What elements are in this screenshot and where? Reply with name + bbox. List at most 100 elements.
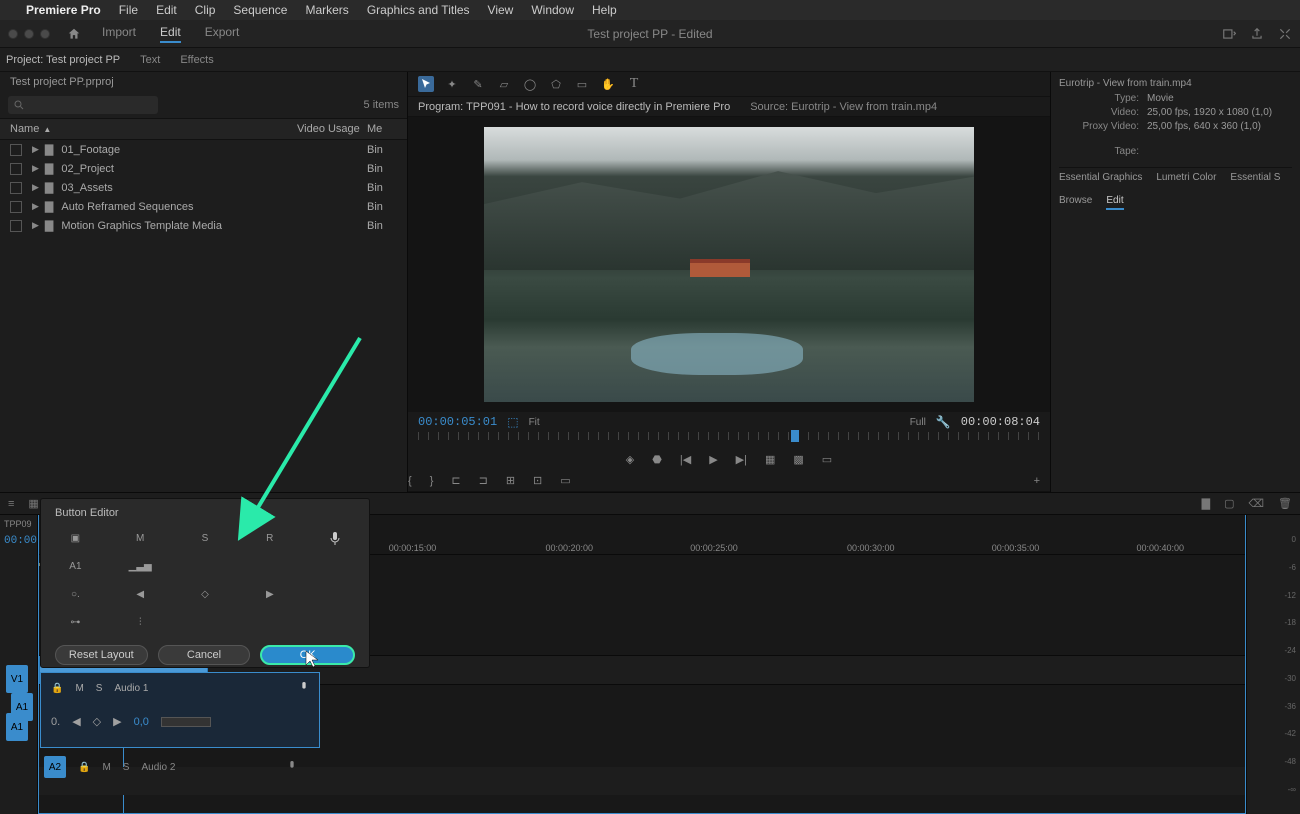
lock-icon[interactable]: 🔒: [78, 762, 90, 773]
in-icon[interactable]: {: [408, 475, 412, 487]
menu-sequence[interactable]: Sequence: [233, 3, 287, 17]
col-video-usage[interactable]: Video Usage: [297, 123, 367, 135]
window-controls[interactable]: [8, 29, 50, 39]
tab-essential-graphics[interactable]: Essential Graphics: [1059, 172, 1142, 183]
subtab-edit[interactable]: Edit: [1106, 195, 1123, 210]
tab-edit[interactable]: Edit: [160, 25, 181, 43]
bin-row[interactable]: ▶▇02_ProjectBin: [0, 159, 407, 178]
clear-icon[interactable]: ⌫: [1248, 497, 1264, 510]
col-name[interactable]: Name ▲: [10, 123, 297, 135]
col-me[interactable]: Me: [367, 123, 397, 135]
fit-zoom[interactable]: ⬚: [507, 415, 518, 429]
pan-label[interactable]: 0.: [51, 716, 60, 728]
ok-button[interactable]: OK: [260, 645, 355, 665]
monitor-scrubber[interactable]: [408, 432, 1050, 449]
menu-clip[interactable]: Clip: [195, 3, 216, 17]
mute-button[interactable]: M: [75, 683, 83, 694]
app-name[interactable]: Premiere Pro: [26, 3, 101, 17]
type-tool-icon[interactable]: T: [626, 76, 642, 92]
track-volume-icon[interactable]: ⫶: [120, 613, 161, 631]
extract-icon[interactable]: ▩: [793, 453, 803, 466]
record-button[interactable]: R: [249, 529, 290, 547]
bin-row[interactable]: ▶▇01_FootageBin: [0, 140, 407, 159]
menu-help[interactable]: Help: [592, 3, 617, 17]
out-icon[interactable]: }: [430, 475, 434, 487]
next-keyframe-icon[interactable]: ▶: [249, 585, 290, 603]
selection-tool-icon[interactable]: [418, 76, 434, 92]
tab-essential-sound[interactable]: Essential S: [1230, 172, 1280, 183]
prev-keyframe-icon[interactable]: ◀: [120, 585, 161, 603]
tab-text[interactable]: Text: [140, 54, 160, 66]
settings-icon[interactable]: 🔧: [936, 415, 951, 429]
tab-lumetri[interactable]: Lumetri Color: [1156, 172, 1216, 183]
reset-layout-button[interactable]: Reset Layout: [55, 645, 148, 665]
pan-knob-icon[interactable]: ○.: [55, 585, 96, 603]
track-a1-target[interactable]: A1: [11, 693, 33, 721]
prev-keyframe-icon[interactable]: ◀: [72, 715, 80, 728]
trash-icon[interactable]: 🗑: [1278, 497, 1292, 510]
new-item-icon[interactable]: ▢: [1224, 497, 1234, 510]
menu-window[interactable]: Window: [531, 3, 574, 17]
current-timecode[interactable]: 00:00:05:01: [418, 415, 497, 429]
track-v1-source[interactable]: V1: [6, 665, 28, 693]
step-back-icon[interactable]: |◀: [680, 453, 691, 466]
volume-slider[interactable]: [161, 717, 211, 727]
track-a2-target[interactable]: A2: [44, 756, 66, 778]
ellipse-tool-icon[interactable]: ◯: [522, 76, 538, 92]
quick-export-icon[interactable]: [1222, 27, 1236, 41]
fullscreen-icon[interactable]: [1278, 27, 1292, 41]
tab-effects[interactable]: Effects: [180, 54, 213, 66]
rectangle-tool-icon[interactable]: ▭: [574, 76, 590, 92]
overwrite-icon[interactable]: ⊡: [533, 474, 542, 487]
project-search-input[interactable]: [8, 96, 158, 114]
solo-button[interactable]: S: [123, 762, 130, 773]
menu-file[interactable]: File: [119, 3, 138, 17]
track-meter-label[interactable]: A1: [55, 557, 96, 575]
menu-edit[interactable]: Edit: [156, 3, 177, 17]
icon-view-icon[interactable]: ▦: [28, 497, 38, 510]
solo-button[interactable]: S: [185, 529, 226, 547]
solo-button[interactable]: S: [96, 683, 103, 694]
source-tab[interactable]: Source: Eurotrip - View from train.mp4: [750, 101, 937, 113]
mute-button[interactable]: M: [102, 762, 110, 773]
go-out-icon[interactable]: ⊐: [479, 474, 488, 487]
crop-tool-icon[interactable]: ▱: [496, 76, 512, 92]
tab-project[interactable]: Project: Test project PP: [6, 54, 120, 66]
play-icon[interactable]: ▶: [709, 453, 717, 466]
export-frame-icon[interactable]: ▭: [822, 453, 832, 466]
voice-over-record-icon[interactable]: [287, 760, 297, 775]
list-view-icon[interactable]: ≡: [8, 498, 14, 510]
voice-over-record-icon[interactable]: [314, 529, 355, 547]
timeline-timecode[interactable]: 00:00: [4, 535, 37, 547]
add-marker-icon[interactable]: ◈: [626, 453, 634, 466]
subtab-browse[interactable]: Browse: [1059, 195, 1092, 210]
tab-import[interactable]: Import: [102, 25, 136, 43]
menu-markers[interactable]: Markers: [305, 3, 348, 17]
resolution-full[interactable]: Full: [910, 417, 926, 428]
bin-row[interactable]: ▶▇03_AssetsBin: [0, 178, 407, 197]
next-keyframe-icon[interactable]: ▶: [113, 715, 121, 728]
add-keyframe-icon[interactable]: ◇: [93, 715, 101, 728]
toggle-track-output-icon[interactable]: ▣: [55, 529, 96, 547]
home-icon[interactable]: [66, 27, 82, 41]
insert-icon[interactable]: ⊞: [506, 474, 515, 487]
lock-icon[interactable]: 🔒: [51, 683, 63, 694]
track-meter-icon[interactable]: ▁▃▅: [120, 557, 161, 575]
track-name[interactable]: Audio 1: [114, 683, 148, 694]
program-tab[interactable]: Program: TPP091 - How to record voice di…: [418, 101, 730, 113]
vector-tool-icon[interactable]: ✦: [444, 76, 460, 92]
mute-button[interactable]: M: [120, 529, 161, 547]
sync-lock-icon[interactable]: ⊶: [55, 613, 96, 631]
add-keyframe-icon[interactable]: ◇: [185, 585, 226, 603]
menu-graphics[interactable]: Graphics and Titles: [367, 3, 470, 17]
hand-tool-icon[interactable]: ✋: [600, 76, 616, 92]
add-button-icon[interactable]: +: [1034, 475, 1040, 487]
share-icon[interactable]: [1250, 27, 1264, 41]
program-monitor[interactable]: [408, 117, 1050, 412]
go-in-icon[interactable]: ⊏: [451, 474, 460, 487]
bin-row[interactable]: ▶▇Auto Reframed SequencesBin: [0, 197, 407, 216]
cancel-button[interactable]: Cancel: [158, 645, 251, 665]
marker-icon[interactable]: ⬣: [652, 453, 662, 466]
polygon-tool-icon[interactable]: ⬠: [548, 76, 564, 92]
comparison-icon[interactable]: ▭: [560, 474, 570, 487]
